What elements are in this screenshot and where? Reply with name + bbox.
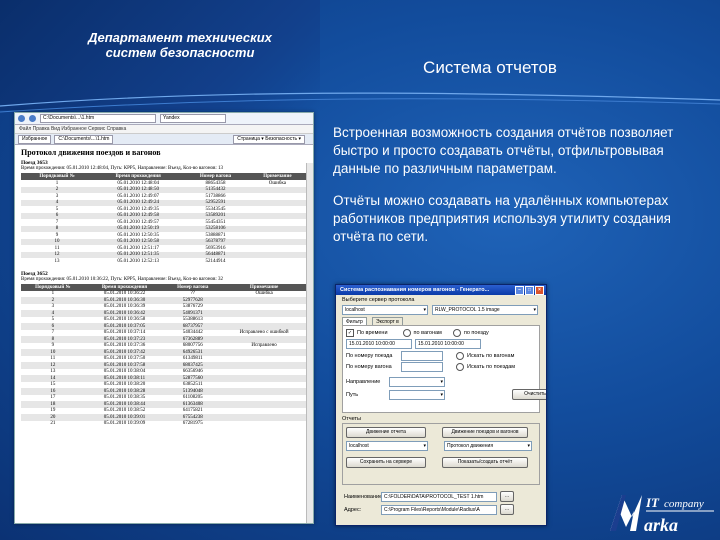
column-header: Номер вагона — [183, 173, 248, 180]
back-icon[interactable] — [18, 115, 25, 122]
train-number-input[interactable] — [401, 351, 443, 361]
search-by-wagons-radio[interactable] — [456, 352, 464, 360]
scrollbar[interactable] — [306, 163, 313, 523]
date-to-input[interactable]: 15.01.2010 10:00:00 — [415, 339, 481, 349]
date-from-input[interactable]: 15.01.2010 10:00:00 — [346, 339, 412, 349]
train1-info: Время прохождения: 05.01.2010 12:48:04, … — [21, 166, 224, 171]
table-cell: 67281975 — [182, 421, 203, 427]
path-select[interactable] — [389, 389, 445, 400]
minimize-icon[interactable]: – — [515, 286, 524, 295]
paragraph-1: Встроенная возможность создания отчётов … — [333, 125, 674, 176]
browse-address-button[interactable]: … — [500, 504, 514, 515]
page-toolbar[interactable]: Страница ▾ Безопасность ▾ — [233, 134, 305, 144]
server-label: Выберите сервер протокола — [342, 297, 415, 303]
logo-brand: arka — [644, 515, 678, 535]
column-header: Номер вагона — [164, 283, 222, 291]
file-name-label: Наименование: — [344, 493, 384, 500]
report-document: Протокол движения поездов и вагонов Поез… — [15, 145, 313, 430]
server-select[interactable]: localhost — [342, 305, 428, 315]
logo-company: company — [664, 498, 704, 510]
browser-menu[interactable]: Файл Правка Вид Избранное Сервис Справка — [15, 125, 313, 134]
by-train-label: по поезду — [463, 330, 489, 336]
column-header: Время прохождения — [93, 173, 184, 180]
trains-wagons-button[interactable]: Движение поездов и вагонов — [442, 427, 528, 438]
browser-report-screenshot: C:\Documents\...\1.htm Yandex Файл Правк… — [14, 112, 314, 524]
address-label: Адрес: — [344, 506, 362, 513]
report-heading: Протокол движения поездов и вагонов — [21, 148, 161, 157]
address-input[interactable]: C:\Documents\...\1.htm — [40, 114, 156, 123]
direction-select[interactable] — [389, 377, 445, 387]
file-name-input[interactable]: C:\FOLDER\DATA\PROTOCOL_TEST 1.htm — [381, 491, 497, 502]
column-header: Время прохождения — [84, 283, 165, 291]
direction-label: Направление — [346, 379, 381, 385]
itcompany-marka-logo: IT company arka — [610, 495, 714, 535]
department-title: Департамент технических систем безопасно… — [88, 30, 272, 60]
browser-tabs: Избранное C:\Documents\...\1.htm Страниц… — [15, 134, 313, 145]
favorites-tab[interactable]: Избранное — [18, 134, 52, 144]
train2-table: Порядковый № Время прохождения Номер вагон… — [21, 283, 307, 428]
by-date-label: По времени — [357, 330, 388, 336]
slide-description: Встроенная возможность создания отчётов … — [333, 124, 703, 260]
table-cell: 21 — [50, 421, 56, 427]
table-cell: 05.01.2010 12:52:13 — [117, 258, 159, 264]
logo-it: IT — [645, 495, 660, 510]
save-on-server-button[interactable]: Сохранить на сервере — [346, 457, 426, 468]
address-bar: C:\Documents\...\1.htm Yandex — [15, 113, 313, 125]
column-header: Порядковый № — [21, 173, 94, 180]
protocol-select[interactable]: RLW_PROTOCOL 1.5 image — [432, 305, 538, 315]
table-row: 13 05.01.2010 12:52:13 52144914 — [21, 258, 307, 265]
table-cell: 13 — [54, 258, 60, 264]
forward-icon[interactable] — [29, 115, 36, 122]
by-train-radio[interactable] — [452, 329, 461, 337]
path-label: Путь — [346, 391, 359, 398]
wagon-number-input[interactable] — [401, 362, 443, 372]
column-header: Примечание — [247, 173, 307, 180]
by-date-checkbox[interactable]: ✓ — [346, 329, 354, 337]
table-row: 21 05.01.2010 10:39:09 67281975 — [21, 421, 307, 428]
column-header: Примечание — [221, 283, 307, 291]
arrival-label: по вагонам — [413, 330, 442, 336]
table-cell — [221, 421, 307, 428]
reports-label: Отчеты — [342, 416, 362, 422]
wagon-number-label: По номеру вагона — [346, 364, 392, 370]
window-title: Система распознавания номеров вагонов - … — [336, 285, 546, 295]
search-by-wagons-label: Искать по вагонам — [467, 353, 515, 359]
browse-file-button[interactable]: … — [500, 491, 514, 502]
arrival-radio[interactable] — [402, 329, 411, 337]
table-cell — [248, 258, 307, 265]
column-header: Порядковый № — [21, 283, 85, 291]
report-server-select[interactable]: localhost — [346, 441, 428, 451]
train2-info: Время прохождения: 05.01.2010 10:36:22, … — [21, 276, 224, 282]
report-motion-button[interactable]: Движение отчета — [346, 427, 426, 438]
table-cell: 52144914 — [205, 258, 226, 264]
train-number-label: По номеру поезда — [346, 353, 393, 359]
train1-table: Порядковый № Время прохождения Номер вагон… — [21, 173, 307, 265]
slide-title: Система отчетов — [423, 58, 557, 77]
page-tab[interactable]: C:\Documents\...\1.htm — [54, 134, 114, 144]
report-generator-window: Система распознавания номеров вагонов - … — [335, 284, 547, 526]
search-input[interactable]: Yandex — [160, 114, 226, 123]
search-by-trains-label: Искать по поездам — [467, 364, 516, 370]
search-by-trains-radio[interactable] — [456, 363, 464, 371]
show-create-report-button[interactable]: Показать/создать отчёт — [442, 457, 528, 468]
clear-button[interactable]: Очистить — [512, 389, 546, 400]
window-title-text: Система распознавания номеров вагонов - … — [340, 287, 490, 293]
maximize-icon[interactable]: □ — [525, 286, 534, 295]
report-type-select[interactable]: Протокол движения — [444, 441, 532, 451]
close-icon[interactable]: × — [535, 286, 544, 295]
table-cell: 05.01.2010 10:39:09 — [103, 421, 146, 427]
paragraph-2: Отчёты можно создавать на удалённых комп… — [333, 193, 671, 244]
address-input-field[interactable]: C:\Program Files\Reports\Module\Radius\A — [381, 504, 497, 515]
